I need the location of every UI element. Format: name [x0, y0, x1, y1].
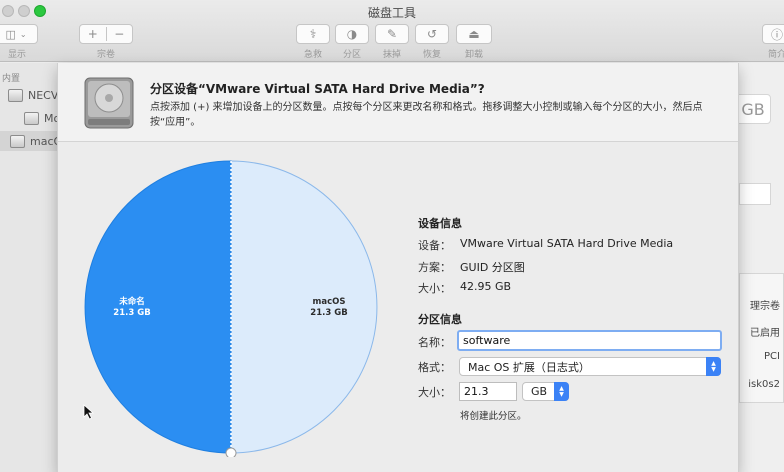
partition-name-input[interactable]	[457, 330, 722, 351]
add-volume-button[interactable]: +	[80, 27, 107, 41]
info-field	[739, 183, 771, 205]
size-unit-select[interactable]: GB ▲ ▼	[522, 382, 569, 401]
size-unit-value: GB	[531, 385, 548, 398]
device-key: 设备：	[418, 239, 451, 252]
info-row-2: 已启用	[750, 328, 780, 339]
first-aid-button[interactable]: ⚕	[296, 24, 330, 44]
slice-name: macOS	[312, 297, 346, 307]
volume-icon	[10, 134, 25, 148]
plus-icon: +	[87, 27, 98, 41]
info-row-3: PCI	[764, 351, 780, 362]
sheet-description: 点按添加 (+) 来增加设备上的分区数量。点按每个分区来更改名称和格式。拖移调整…	[150, 102, 703, 128]
format-select[interactable]: Mac OS 扩展（日志式） ▲ ▼	[459, 357, 721, 376]
slice-name: 未命名	[119, 297, 145, 307]
partition-info-heading: 分区信息	[418, 313, 462, 326]
device-size-value: 42.95 GB	[460, 280, 512, 293]
partition-note: 将创建此分区。	[460, 411, 527, 422]
sidebar-item-label: NECV	[28, 88, 58, 102]
sheet-header: 分区设备“VMware Virtual SATA Hard Drive Medi…	[58, 63, 738, 142]
title-bar: 磁盘工具 ◫ ⌄ 显示 + − 宗卷 ⚕ 急救 ◑ 分区 ✎ 抹掉 ↺ 恢复 ⏏…	[0, 0, 784, 62]
remove-volume-button[interactable]: −	[107, 27, 133, 41]
pie-label-macos: macOS 21.3 GB	[294, 297, 364, 319]
info-icon: ⓘ	[770, 27, 783, 42]
mouse-cursor-icon	[83, 404, 95, 420]
chevron-down-icon: ⌄	[19, 29, 27, 39]
sidebar-item-macos[interactable]: macO	[0, 131, 58, 151]
slice-size: 21.3 GB	[310, 308, 348, 318]
device-size-key: 大小：	[418, 282, 451, 295]
sheet-title: 分区设备“VMware Virtual SATA Hard Drive Medi…	[150, 82, 485, 96]
volume-control: + −	[79, 24, 133, 44]
partition-sheet: 分区设备“VMware Virtual SATA Hard Drive Medi…	[57, 63, 739, 472]
restore-icon: ↺	[426, 27, 438, 41]
sidebar-icon: ◫	[5, 27, 16, 41]
restore-button[interactable]: ↺	[415, 24, 449, 44]
device-value: VMware Virtual SATA Hard Drive Media	[460, 237, 674, 250]
format-key: 格式：	[418, 361, 451, 374]
scheme-key: 方案：	[418, 261, 451, 274]
pie-label-untitled: 未命名 21.3 GB	[97, 297, 167, 319]
scheme-value: GUID 分区图	[460, 261, 525, 274]
sidebar-item-disk[interactable]: NECV	[0, 85, 58, 105]
volume-label: 宗卷	[96, 50, 115, 60]
capacity-unit: GB	[741, 99, 765, 119]
partition-pie-chart: 未命名 21.3 GB macOS 21.3 GB	[81, 157, 381, 459]
partition-size-input[interactable]	[459, 382, 517, 401]
eject-icon: ⏏	[468, 27, 480, 41]
sidebar-item-volume[interactable]: Mo	[0, 108, 58, 128]
slice-size: 21.3 GB	[113, 308, 151, 318]
hard-drive-icon	[84, 77, 134, 129]
resize-handle[interactable]	[225, 447, 237, 459]
stethoscope-icon: ⚕	[309, 27, 317, 41]
pie-chart-icon: ◑	[346, 27, 358, 41]
minus-icon: −	[114, 27, 125, 41]
info-row-4: isk0s2	[748, 379, 780, 390]
pencil-icon: ✎	[386, 27, 398, 41]
capacity-box: GB	[735, 94, 771, 124]
info-row-1: 理宗卷	[750, 301, 780, 312]
sidebar: 内置 NECV Mo macO	[0, 63, 58, 472]
chevron-updown-icon: ▲ ▼	[706, 357, 721, 376]
name-key: 名称：	[418, 336, 451, 349]
view-label: 显示	[7, 50, 26, 60]
unmount-label: 卸载	[464, 50, 483, 60]
window-title: 磁盘工具	[367, 6, 416, 20]
device-info-heading: 设备信息	[418, 217, 462, 230]
unmount-button[interactable]: ⏏	[456, 24, 492, 44]
sidebar-item-label: macO	[30, 134, 58, 148]
restore-label: 恢复	[422, 50, 441, 60]
view-button[interactable]: ◫ ⌄	[0, 24, 38, 44]
format-value: Mac OS 扩展（日志式）	[468, 360, 590, 374]
info-label: 简介	[767, 50, 784, 60]
volume-icon	[24, 111, 39, 125]
hard-disk-icon	[8, 88, 23, 102]
size-key: 大小：	[418, 386, 451, 399]
info-button[interactable]: ⓘ	[762, 24, 784, 44]
chevron-updown-icon: ▲ ▼	[554, 382, 569, 401]
sidebar-section-internal: 内置	[2, 74, 21, 84]
partition-button[interactable]: ◑	[335, 24, 369, 44]
sidebar-item-label: Mo	[44, 111, 58, 125]
main-content-background: GB 理宗卷 已启用 PCI isk0s2	[735, 63, 784, 472]
erase-button[interactable]: ✎	[375, 24, 409, 44]
